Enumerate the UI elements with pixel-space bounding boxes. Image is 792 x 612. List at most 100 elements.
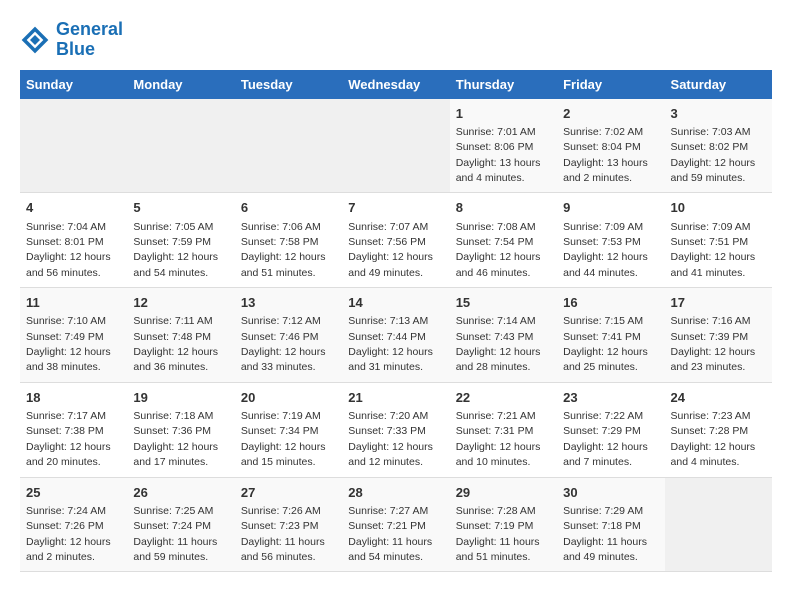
sunrise-info: Sunrise: 7:03 AM <box>671 126 751 138</box>
calendar-week-row: 11 Sunrise: 7:10 AM Sunset: 7:49 PM Dayl… <box>20 288 772 383</box>
daylight-info: Daylight: 12 hours and 41 minutes. <box>671 251 756 278</box>
calendar-cell: 28 Sunrise: 7:27 AM Sunset: 7:21 PM Dayl… <box>342 477 449 572</box>
sunrise-info: Sunrise: 7:01 AM <box>456 126 536 138</box>
sunrise-info: Sunrise: 7:11 AM <box>133 315 212 327</box>
calendar-cell: 18 Sunrise: 7:17 AM Sunset: 7:38 PM Dayl… <box>20 382 127 477</box>
sunset-info: Sunset: 7:28 PM <box>671 425 749 437</box>
daylight-info: Daylight: 11 hours and 54 minutes. <box>348 536 432 563</box>
day-number: 5 <box>133 199 228 217</box>
day-number: 29 <box>456 484 551 502</box>
calendar-cell: 9 Sunrise: 7:09 AM Sunset: 7:53 PM Dayli… <box>557 193 664 288</box>
sunrise-info: Sunrise: 7:26 AM <box>241 505 321 517</box>
day-number: 4 <box>26 199 121 217</box>
daylight-info: Daylight: 12 hours and 59 minutes. <box>671 157 756 184</box>
calendar-cell <box>20 99 127 193</box>
daylight-info: Daylight: 12 hours and 2 minutes. <box>26 536 111 563</box>
calendar-cell: 23 Sunrise: 7:22 AM Sunset: 7:29 PM Dayl… <box>557 382 664 477</box>
sunset-info: Sunset: 7:38 PM <box>26 425 104 437</box>
calendar-cell: 13 Sunrise: 7:12 AM Sunset: 7:46 PM Dayl… <box>235 288 342 383</box>
daylight-info: Daylight: 11 hours and 59 minutes. <box>133 536 217 563</box>
sunset-info: Sunset: 7:36 PM <box>133 425 211 437</box>
day-number: 22 <box>456 389 551 407</box>
sunrise-info: Sunrise: 7:10 AM <box>26 315 106 327</box>
daylight-info: Daylight: 12 hours and 46 minutes. <box>456 251 541 278</box>
sunrise-info: Sunrise: 7:24 AM <box>26 505 106 517</box>
sunset-info: Sunset: 7:29 PM <box>563 425 641 437</box>
daylight-info: Daylight: 12 hours and 31 minutes. <box>348 346 433 373</box>
daylight-info: Daylight: 12 hours and 49 minutes. <box>348 251 433 278</box>
sunset-info: Sunset: 8:01 PM <box>26 236 104 248</box>
daylight-info: Daylight: 12 hours and 12 minutes. <box>348 441 433 468</box>
calendar-cell: 12 Sunrise: 7:11 AM Sunset: 7:48 PM Dayl… <box>127 288 234 383</box>
daylight-info: Daylight: 12 hours and 7 minutes. <box>563 441 648 468</box>
sunset-info: Sunset: 7:56 PM <box>348 236 426 248</box>
day-number: 6 <box>241 199 336 217</box>
calendar-week-row: 25 Sunrise: 7:24 AM Sunset: 7:26 PM Dayl… <box>20 477 772 572</box>
sunrise-info: Sunrise: 7:25 AM <box>133 505 213 517</box>
calendar-week-row: 4 Sunrise: 7:04 AM Sunset: 8:01 PM Dayli… <box>20 193 772 288</box>
calendar-week-row: 18 Sunrise: 7:17 AM Sunset: 7:38 PM Dayl… <box>20 382 772 477</box>
calendar-cell: 8 Sunrise: 7:08 AM Sunset: 7:54 PM Dayli… <box>450 193 557 288</box>
sunset-info: Sunset: 7:53 PM <box>563 236 641 248</box>
weekday-header-row: Sunday Monday Tuesday Wednesday Thursday… <box>20 70 772 99</box>
calendar-week-row: 1 Sunrise: 7:01 AM Sunset: 8:06 PM Dayli… <box>20 99 772 193</box>
sunset-info: Sunset: 7:51 PM <box>671 236 749 248</box>
daylight-info: Daylight: 12 hours and 28 minutes. <box>456 346 541 373</box>
day-number: 10 <box>671 199 766 217</box>
day-number: 17 <box>671 294 766 312</box>
sunset-info: Sunset: 7:59 PM <box>133 236 211 248</box>
daylight-info: Daylight: 12 hours and 44 minutes. <box>563 251 648 278</box>
sunrise-info: Sunrise: 7:15 AM <box>563 315 643 327</box>
sunrise-info: Sunrise: 7:28 AM <box>456 505 536 517</box>
header-friday: Friday <box>557 70 664 99</box>
calendar-cell: 2 Sunrise: 7:02 AM Sunset: 8:04 PM Dayli… <box>557 99 664 193</box>
day-number: 2 <box>563 105 658 123</box>
sunrise-info: Sunrise: 7:06 AM <box>241 221 321 233</box>
calendar-cell: 15 Sunrise: 7:14 AM Sunset: 7:43 PM Dayl… <box>450 288 557 383</box>
sunrise-info: Sunrise: 7:12 AM <box>241 315 321 327</box>
sunrise-info: Sunrise: 7:17 AM <box>26 410 106 422</box>
sunset-info: Sunset: 7:46 PM <box>241 331 319 343</box>
calendar-cell: 16 Sunrise: 7:15 AM Sunset: 7:41 PM Dayl… <box>557 288 664 383</box>
header-saturday: Saturday <box>665 70 772 99</box>
sunset-info: Sunset: 7:34 PM <box>241 425 319 437</box>
sunset-info: Sunset: 7:54 PM <box>456 236 534 248</box>
sunset-info: Sunset: 7:18 PM <box>563 520 641 532</box>
sunrise-info: Sunrise: 7:20 AM <box>348 410 428 422</box>
daylight-info: Daylight: 11 hours and 49 minutes. <box>563 536 647 563</box>
calendar-cell: 30 Sunrise: 7:29 AM Sunset: 7:18 PM Dayl… <box>557 477 664 572</box>
sunset-info: Sunset: 7:23 PM <box>241 520 319 532</box>
calendar-cell: 7 Sunrise: 7:07 AM Sunset: 7:56 PM Dayli… <box>342 193 449 288</box>
sunset-info: Sunset: 7:44 PM <box>348 331 426 343</box>
day-number: 27 <box>241 484 336 502</box>
sunrise-info: Sunrise: 7:29 AM <box>563 505 643 517</box>
sunset-info: Sunset: 7:41 PM <box>563 331 641 343</box>
calendar-cell: 5 Sunrise: 7:05 AM Sunset: 7:59 PM Dayli… <box>127 193 234 288</box>
daylight-info: Daylight: 12 hours and 54 minutes. <box>133 251 218 278</box>
calendar-cell: 25 Sunrise: 7:24 AM Sunset: 7:26 PM Dayl… <box>20 477 127 572</box>
daylight-info: Daylight: 12 hours and 10 minutes. <box>456 441 541 468</box>
sunrise-info: Sunrise: 7:05 AM <box>133 221 213 233</box>
daylight-info: Daylight: 12 hours and 15 minutes. <box>241 441 326 468</box>
daylight-info: Daylight: 13 hours and 4 minutes. <box>456 157 541 184</box>
sunrise-info: Sunrise: 7:09 AM <box>563 221 643 233</box>
calendar-cell: 6 Sunrise: 7:06 AM Sunset: 7:58 PM Dayli… <box>235 193 342 288</box>
sunset-info: Sunset: 8:04 PM <box>563 141 641 153</box>
daylight-info: Daylight: 11 hours and 56 minutes. <box>241 536 325 563</box>
daylight-info: Daylight: 12 hours and 17 minutes. <box>133 441 218 468</box>
calendar-cell: 4 Sunrise: 7:04 AM Sunset: 8:01 PM Dayli… <box>20 193 127 288</box>
daylight-info: Daylight: 12 hours and 20 minutes. <box>26 441 111 468</box>
sunset-info: Sunset: 7:39 PM <box>671 331 749 343</box>
calendar-cell: 11 Sunrise: 7:10 AM Sunset: 7:49 PM Dayl… <box>20 288 127 383</box>
sunset-info: Sunset: 7:24 PM <box>133 520 211 532</box>
sunrise-info: Sunrise: 7:18 AM <box>133 410 213 422</box>
day-number: 20 <box>241 389 336 407</box>
sunrise-info: Sunrise: 7:04 AM <box>26 221 106 233</box>
day-number: 23 <box>563 389 658 407</box>
logo: GeneralBlue <box>20 20 123 60</box>
day-number: 21 <box>348 389 443 407</box>
day-number: 13 <box>241 294 336 312</box>
daylight-info: Daylight: 12 hours and 33 minutes. <box>241 346 326 373</box>
calendar-cell <box>235 99 342 193</box>
calendar-cell: 27 Sunrise: 7:26 AM Sunset: 7:23 PM Dayl… <box>235 477 342 572</box>
